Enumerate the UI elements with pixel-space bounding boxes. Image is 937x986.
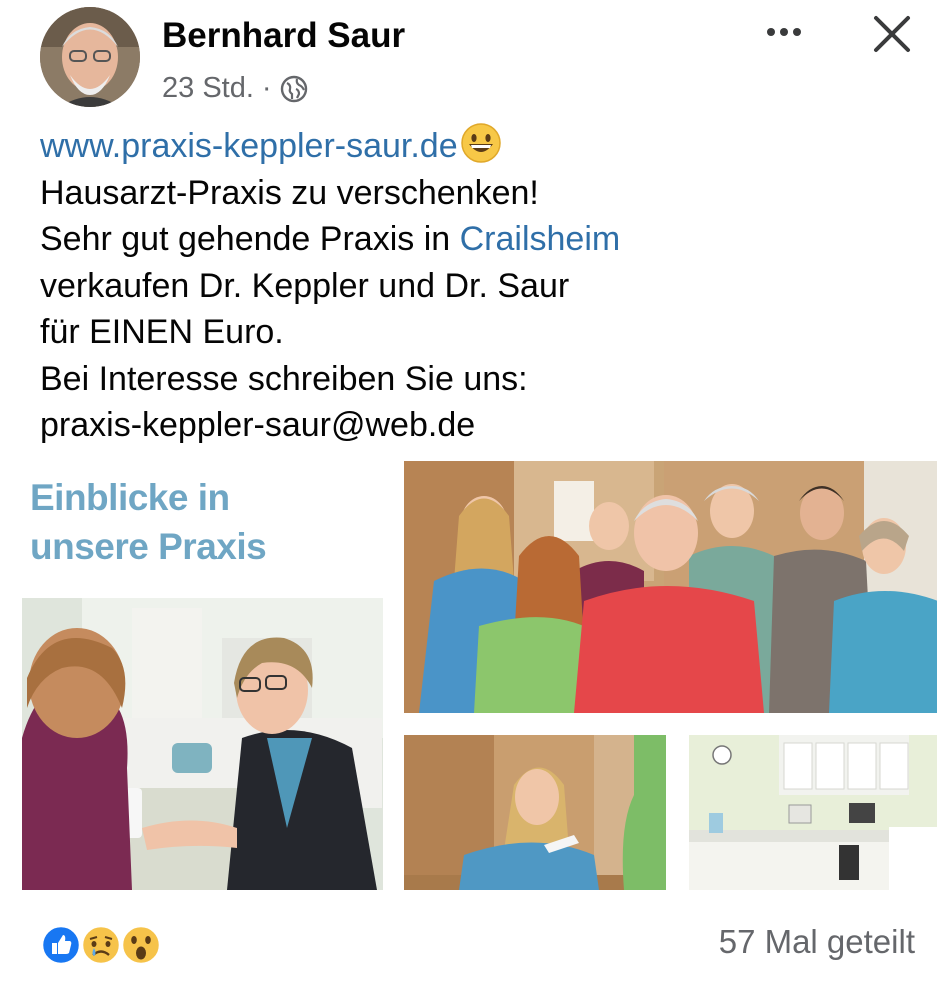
post-line-4: verkaufen Dr. Keppler und Dr. Saur — [40, 266, 570, 305]
post-line-1: www.praxis-keppler-saur.de — [40, 122, 900, 170]
post-text: www.praxis-keppler-saur.de Hausarzt-Prax… — [40, 122, 900, 449]
post-footer: 57 Mal geteilt — [0, 905, 937, 986]
close-button[interactable] — [868, 10, 916, 58]
ellipsis-icon — [767, 28, 801, 36]
promo-title: Einblicke in unsere Praxis — [30, 473, 267, 571]
website-link[interactable]: www.praxis-keppler-saur.de — [40, 127, 458, 165]
post-line-6: Bei Interesse schreiben Sie uns: — [40, 359, 528, 398]
grinning-face-emoji — [460, 122, 502, 164]
like-reaction-icon — [40, 924, 82, 966]
post-line-3-text: Sehr gut gehende Praxis in — [40, 220, 460, 258]
post-line-3: Sehr gut gehende Praxis in Crailsheim — [40, 216, 900, 263]
post-image[interactable]: Einblicke in unsere Praxis — [8, 459, 937, 891]
promo-title-line-2: unsere Praxis — [30, 526, 267, 567]
location-link[interactable]: Crailsheim — [460, 220, 621, 258]
practice-room-photo — [689, 735, 937, 890]
post-line-7: praxis-keppler-saur@web.de — [40, 406, 476, 444]
globe-icon — [280, 75, 308, 103]
team-photo — [404, 461, 937, 713]
sad-reaction-icon — [80, 924, 122, 966]
author-name[interactable]: Bernhard Saur — [162, 16, 405, 56]
post-line-5: für EINEN Euro. — [40, 313, 284, 351]
post-line-2: Hausarzt-Praxis zu verschenken! — [40, 173, 539, 212]
post-meta: 23 Std. · — [162, 72, 308, 105]
wow-reaction-icon — [120, 924, 162, 966]
more-options-button[interactable] — [758, 14, 810, 50]
meta-separator: · — [261, 72, 272, 104]
receptionist-photo — [404, 735, 666, 890]
reactions-summary[interactable] — [40, 923, 170, 967]
post-header: Bernhard Saur 23 Std. · — [0, 0, 937, 115]
post-time[interactable]: 23 Std. — [162, 72, 254, 105]
close-icon — [874, 16, 910, 52]
shares-count[interactable]: 57 Mal geteilt — [719, 923, 915, 961]
promo-title-line-1: Einblicke in — [30, 477, 230, 518]
author-avatar[interactable] — [40, 7, 140, 107]
doctor-patient-photo — [22, 598, 383, 890]
